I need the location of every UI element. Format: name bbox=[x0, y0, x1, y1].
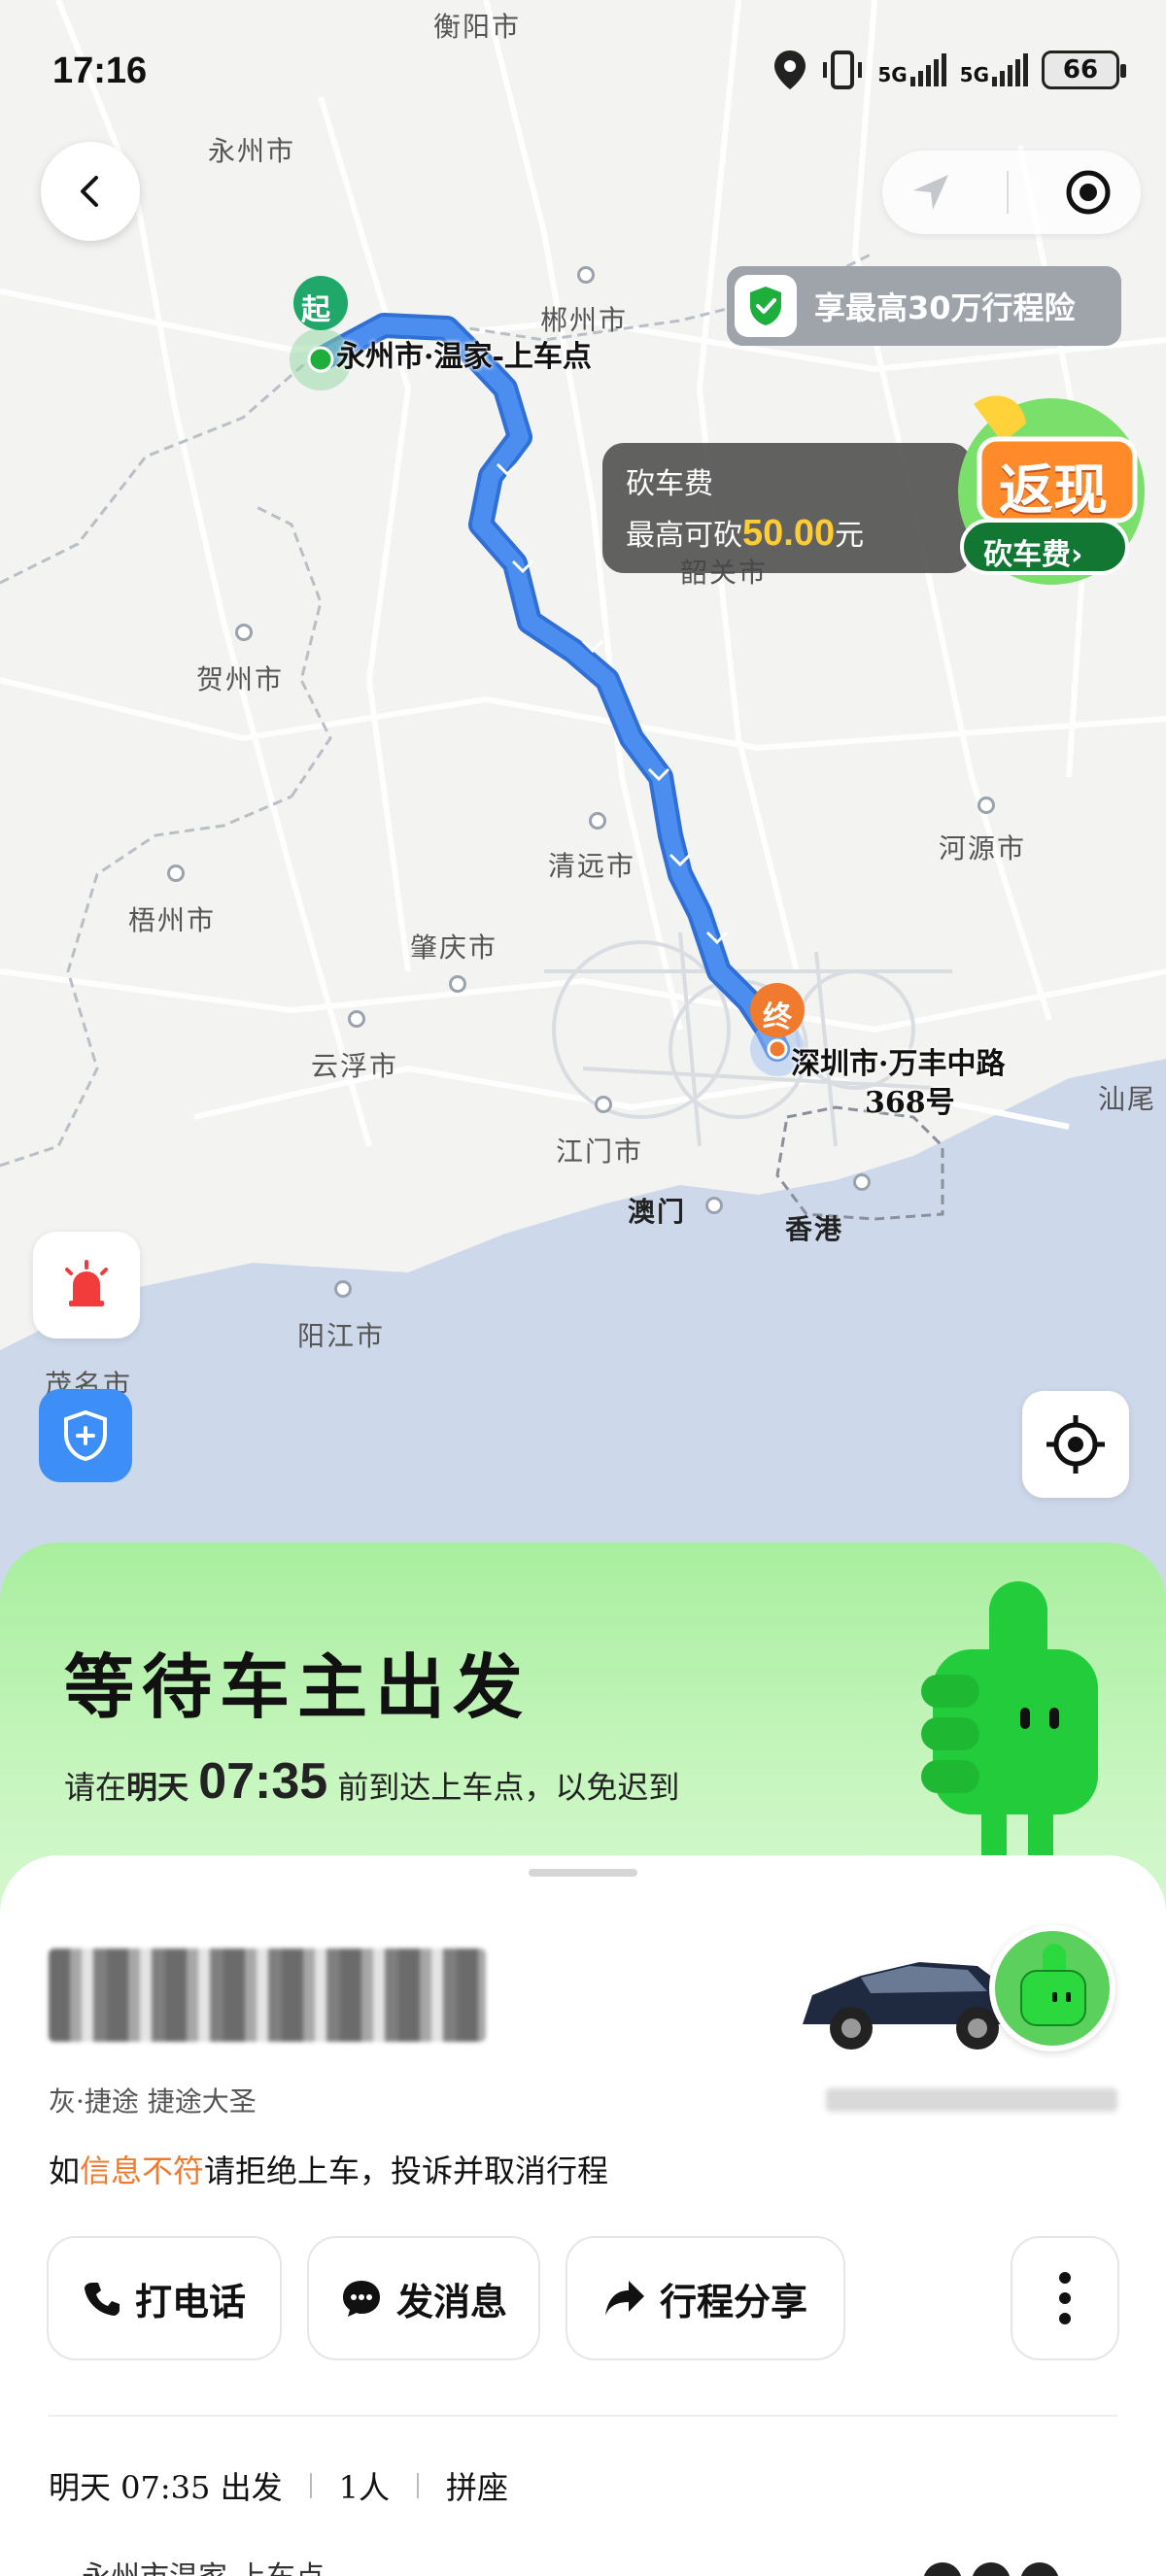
city-dot bbox=[577, 266, 595, 284]
back-button[interactable] bbox=[41, 142, 140, 241]
city-dot bbox=[167, 864, 185, 882]
driver-info-blurred bbox=[826, 2088, 1117, 2112]
city-label: 澳门 bbox=[628, 1196, 687, 1228]
share-trip-button[interactable]: 行程分享 bbox=[566, 2236, 845, 2360]
city-dot bbox=[705, 1197, 723, 1214]
safety-center-button[interactable] bbox=[39, 1389, 132, 1482]
city-label: 清远市 bbox=[548, 850, 636, 882]
start-marker-label: 起 bbox=[301, 293, 330, 327]
pickup-address: 永州市温家-上车点 bbox=[82, 2553, 325, 2576]
share-arrow-icon bbox=[604, 2281, 644, 2316]
signal-icon: 5G bbox=[877, 53, 946, 86]
cashback-title: 返现 bbox=[999, 459, 1108, 523]
trip-summary: 明天 07:35 出发 1人 拼座 bbox=[49, 2463, 508, 2508]
city-label: 汕尾 bbox=[1098, 1083, 1157, 1115]
separator bbox=[416, 2473, 419, 2498]
city-dot bbox=[589, 812, 606, 830]
city-label: 贺州市 bbox=[196, 663, 285, 695]
map-tools bbox=[882, 151, 1141, 234]
insurance-banner[interactable]: 享最高30万行程险 bbox=[727, 266, 1121, 346]
city-dot bbox=[334, 1280, 352, 1298]
chevron-left-icon bbox=[81, 176, 98, 207]
trip-status-subtitle: 请在明天 07:35 前到达上车点，以免迟到 bbox=[64, 1753, 680, 1810]
alarm-icon bbox=[65, 1260, 108, 1306]
driver-sheet[interactable]: 灰·捷途 捷途大圣 如信息不符请拒绝上车，投诉并取消行程 打电话 发消息 行程分… bbox=[0, 1855, 1166, 2576]
promo-line1: 砍车费 bbox=[626, 467, 713, 501]
partial-icons bbox=[923, 2562, 1069, 2576]
mismatch-link[interactable]: 信息不符 bbox=[80, 2152, 204, 2189]
insurance-text: 享最高30万行程险 bbox=[814, 289, 1076, 326]
city-dot bbox=[595, 1096, 612, 1113]
clock: 17:16 bbox=[52, 51, 148, 91]
city-label: 阳江市 bbox=[297, 1320, 386, 1352]
city-label: 江门市 bbox=[556, 1135, 644, 1168]
signal-icon: 5G bbox=[960, 53, 1028, 86]
city-dot bbox=[235, 624, 253, 641]
cashback-button-label: 砍车费› bbox=[983, 538, 1083, 572]
promo-line2: 最高可砍50.00元 bbox=[626, 513, 865, 554]
city-dot bbox=[977, 797, 995, 814]
phone-icon bbox=[84, 2283, 120, 2316]
city-label: 梧州市 bbox=[128, 904, 217, 936]
chat-icon bbox=[342, 2281, 380, 2317]
navigation-arrow-icon[interactable] bbox=[909, 171, 952, 214]
license-plate-blurred bbox=[49, 1949, 486, 2042]
more-vertical-icon bbox=[1059, 2272, 1071, 2324]
promo-bubble[interactable]: 砍车费 最高可砍50.00元 bbox=[602, 443, 972, 573]
message-button[interactable]: 发消息 bbox=[307, 2236, 540, 2360]
dropoff-map-label-2: 368号 bbox=[865, 1086, 955, 1120]
city-dot bbox=[449, 975, 466, 993]
city-dot bbox=[348, 1010, 365, 1028]
sheet-drag-handle[interactable] bbox=[529, 1869, 637, 1877]
dropoff-map-label: 深圳市·万丰中路 bbox=[791, 1047, 1006, 1081]
separator bbox=[309, 2473, 312, 2498]
location-icon bbox=[774, 51, 806, 89]
target-icon[interactable] bbox=[1063, 167, 1114, 218]
cashback-badge[interactable]: 返现 砍车费› bbox=[944, 385, 1149, 589]
passenger-count: 1人 bbox=[338, 2469, 390, 2506]
vibrate-icon bbox=[823, 51, 863, 89]
status-bar: 17:16 5G 5G 66 bbox=[0, 0, 1166, 146]
sos-button[interactable] bbox=[33, 1232, 140, 1339]
more-button[interactable] bbox=[1011, 2236, 1119, 2360]
departure-time: 明天 07:35 出发 bbox=[49, 2469, 283, 2506]
city-label: 云浮市 bbox=[311, 1050, 399, 1082]
mascot-avatar-icon bbox=[1020, 1944, 1086, 2026]
locate-me-button[interactable] bbox=[1022, 1391, 1129, 1498]
divider bbox=[49, 2415, 1117, 2417]
call-button[interactable]: 打电话 bbox=[47, 2236, 282, 2360]
crosshair-icon bbox=[1046, 1415, 1105, 1474]
end-marker-label: 终 bbox=[763, 1000, 792, 1034]
shield-plus-icon bbox=[64, 1409, 107, 1462]
shield-check-icon bbox=[735, 275, 797, 337]
thumbs-up-mascot bbox=[921, 1581, 1098, 1873]
promo-amount: 50.00 bbox=[742, 513, 836, 554]
car-description: 灰·捷途 捷途大圣 bbox=[49, 2085, 257, 2118]
city-dot bbox=[853, 1173, 871, 1191]
battery-icon: 66 bbox=[1042, 51, 1126, 89]
pickup-time: 07:35 bbox=[198, 1753, 328, 1810]
city-label: 肇庆市 bbox=[410, 932, 498, 964]
city-label: 香港 bbox=[785, 1213, 844, 1245]
pickup-map-label: 永州市·温家-上车点 bbox=[336, 340, 592, 374]
driver-avatar[interactable] bbox=[989, 1925, 1115, 2051]
safety-warning: 如信息不符请拒绝上车，投诉并取消行程 bbox=[49, 2152, 609, 2189]
ride-mode: 拼座 bbox=[445, 2469, 508, 2506]
city-label: 河源市 bbox=[939, 832, 1027, 864]
route-map[interactable]: 衡阳市 永州市 郴州市 韶关市 贺州市 河源市 清远市 梧州市 肇庆市 云浮市 … bbox=[0, 0, 1166, 1612]
trip-status-title: 等待车主出发 bbox=[64, 1645, 532, 1728]
